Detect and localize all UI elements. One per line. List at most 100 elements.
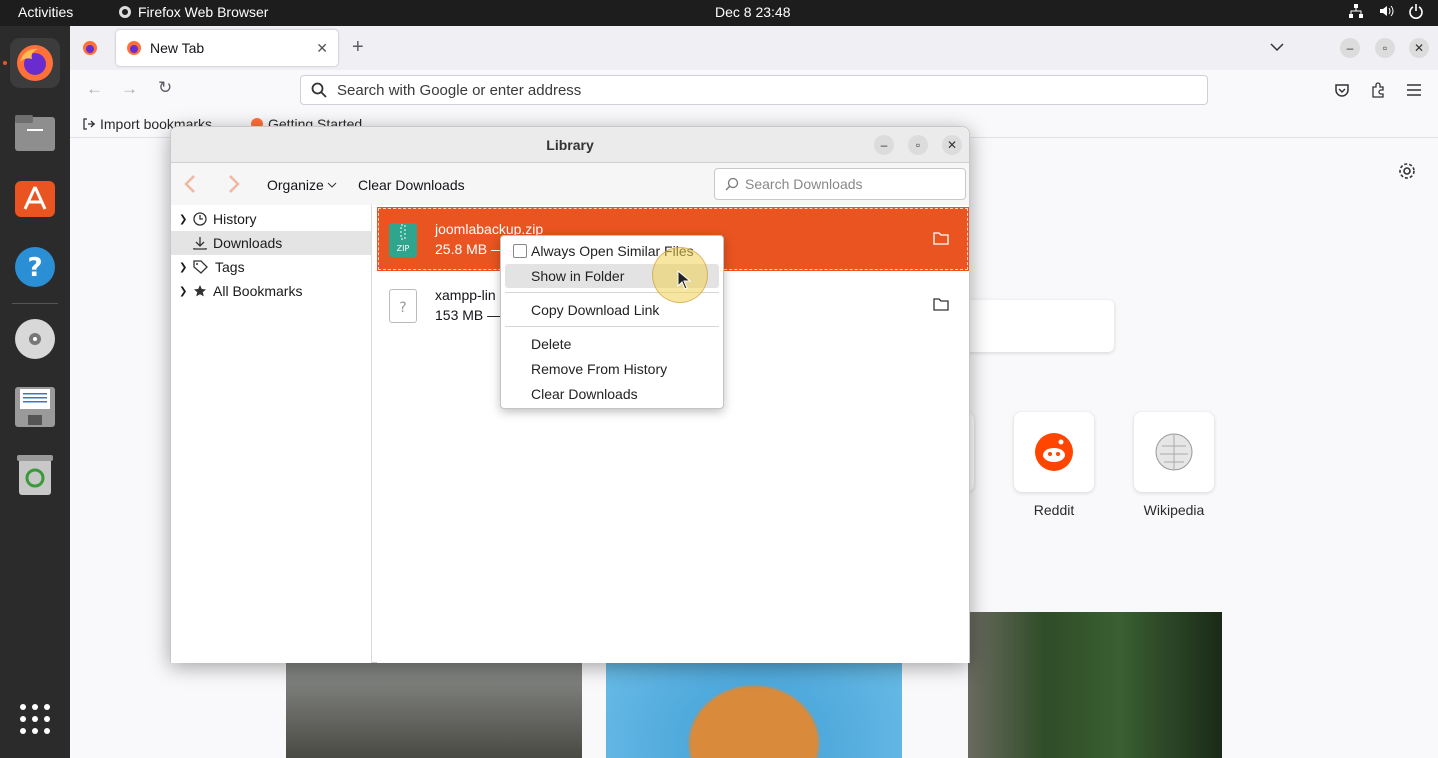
maximize-window-button[interactable]: ▫	[1375, 38, 1395, 58]
files-dock-icon[interactable]	[10, 108, 60, 158]
library-close-button[interactable]: ✕	[942, 135, 962, 155]
dock: ?	[0, 26, 70, 758]
list-tabs-chevron-icon[interactable]	[1270, 42, 1284, 52]
organize-menu-button[interactable]: Organize	[267, 177, 337, 193]
topsite-wikipedia[interactable]	[1134, 412, 1214, 492]
reddit-icon	[1035, 433, 1073, 471]
save-dock-icon[interactable]	[10, 382, 60, 432]
newtab-search-box[interactable]	[950, 300, 1114, 352]
download-meta: 153 MB —	[435, 307, 502, 323]
clock[interactable]: Dec 8 23:48	[715, 4, 791, 20]
cursor-highlight	[652, 247, 708, 303]
wikipedia-icon	[1155, 433, 1193, 471]
topsite-reddit-label: Reddit	[1033, 502, 1075, 518]
minimize-window-button[interactable]: –	[1340, 38, 1360, 58]
firefox-tab-icon	[127, 41, 141, 55]
sidebar-item-label: History	[213, 211, 257, 227]
firefox-dock-icon[interactable]	[10, 38, 60, 88]
library-maximize-button[interactable]: ▫	[908, 135, 928, 155]
library-forward-icon[interactable]	[227, 174, 241, 194]
search-downloads-placeholder: Search Downloads	[745, 176, 863, 192]
menu-item-clear-downloads[interactable]: Clear Downloads	[505, 382, 719, 406]
firefox-small-icon	[119, 6, 131, 18]
story-card-image-person[interactable]	[968, 612, 1222, 758]
forward-arrow-icon[interactable]: →	[121, 79, 138, 99]
library-titlebar[interactable]: Library – ▫ ✕	[171, 127, 969, 163]
menu-item-label: Delete	[531, 336, 572, 352]
system-top-bar: Activities Firefox Web Browser Dec 8 23:…	[0, 0, 1438, 26]
system-tray[interactable]	[1348, 3, 1424, 19]
organize-label: Organize	[267, 177, 324, 193]
url-bar[interactable]: Search with Google or enter address	[300, 75, 1208, 105]
topsite-wikipedia-label: Wikipedia	[1143, 502, 1205, 518]
app-menu[interactable]: Firefox Web Browser	[118, 4, 268, 20]
app-name: Firefox Web Browser	[138, 4, 269, 20]
library-sidebar: ❯ History Downloads ❯ Tags ❯ All Bookmar…	[171, 205, 372, 663]
trash-dock-icon[interactable]	[10, 450, 60, 500]
sidebar-item-all-bookmarks[interactable]: ❯ All Bookmarks	[171, 279, 371, 303]
chevron-down-icon	[327, 182, 337, 188]
library-title: Library	[546, 137, 594, 153]
menu-item-label: Show in Folder	[531, 268, 625, 284]
volume-icon[interactable]	[1378, 3, 1394, 19]
trash-icon	[17, 455, 53, 495]
menu-item-remove-from-history[interactable]: Remove From History	[505, 357, 719, 381]
running-indicator	[3, 61, 7, 65]
extensions-icon[interactable]	[1370, 82, 1386, 98]
checkbox-icon[interactable]	[513, 244, 527, 258]
expand-arrow-icon[interactable]: ❯	[179, 214, 187, 225]
search-downloads-input[interactable]: Search Downloads	[714, 168, 966, 200]
network-icon[interactable]	[1348, 3, 1364, 19]
download-name: xampp-lin	[435, 287, 496, 303]
show-apps-button[interactable]	[10, 694, 60, 744]
close-tab-icon[interactable]: ✕	[316, 40, 328, 57]
expand-arrow-icon[interactable]: ❯	[179, 262, 187, 273]
download-icon	[193, 237, 207, 250]
search-icon	[311, 82, 327, 98]
menu-item-delete[interactable]: Delete	[505, 332, 719, 356]
sidebar-item-history[interactable]: ❯ History	[171, 207, 371, 231]
apps-grid-icon	[20, 704, 50, 734]
sidebar-item-label: Tags	[215, 259, 245, 275]
expand-arrow-icon[interactable]: ❯	[179, 286, 187, 297]
library-back-icon[interactable]	[183, 174, 197, 194]
pocket-icon[interactable]	[1334, 82, 1350, 98]
newtab-settings-gear-icon[interactable]	[1398, 162, 1416, 180]
power-icon[interactable]	[1408, 3, 1424, 19]
firefox-view-icon[interactable]	[82, 40, 98, 56]
star-icon	[194, 285, 206, 297]
clock-icon	[193, 212, 207, 226]
reload-icon[interactable]: ↻	[158, 78, 172, 98]
app-menu-hamburger-icon[interactable]	[1406, 83, 1422, 97]
disc-dock-icon[interactable]	[10, 314, 60, 364]
menu-item-label: Copy Download Link	[531, 302, 660, 318]
app-center-dock-icon[interactable]	[10, 174, 60, 224]
sidebar-item-downloads[interactable]: Downloads	[171, 231, 371, 255]
sidebar-item-label: All Bookmarks	[213, 283, 303, 299]
folder-icon[interactable]	[933, 231, 949, 245]
new-tab-plus-icon[interactable]: +	[352, 36, 364, 59]
library-toolbar: Organize Clear Downloads Search Download…	[171, 163, 969, 205]
menu-item-label: Remove From History	[531, 361, 668, 377]
topsite-reddit[interactable]	[1014, 412, 1094, 492]
unknown-file-icon: ?	[389, 289, 417, 323]
help-dock-icon[interactable]: ?	[10, 242, 60, 292]
disc-icon	[15, 319, 55, 359]
folder-icon[interactable]	[933, 297, 949, 311]
download-meta: 25.8 MB —	[435, 241, 506, 257]
clear-downloads-button[interactable]: Clear Downloads	[358, 177, 465, 193]
close-window-button[interactable]: ✕	[1409, 38, 1429, 58]
zip-file-icon: ZIP	[389, 223, 417, 257]
svg-text:ZIP: ZIP	[397, 244, 410, 253]
dock-separator	[12, 303, 58, 304]
sidebar-item-tags[interactable]: ❯ Tags	[171, 255, 371, 279]
save-icon	[15, 387, 55, 427]
tab-new-tab[interactable]: New Tab ✕	[116, 30, 338, 66]
files-icon	[15, 115, 55, 151]
activities-button[interactable]: Activities	[18, 4, 73, 20]
back-arrow-icon[interactable]: ←	[86, 79, 103, 99]
sidebar-item-label: Downloads	[213, 235, 283, 251]
library-minimize-button[interactable]: –	[874, 135, 894, 155]
help-icon: ?	[15, 247, 55, 287]
tab-bar: New Tab ✕ + – ▫ ✕	[70, 26, 1438, 70]
